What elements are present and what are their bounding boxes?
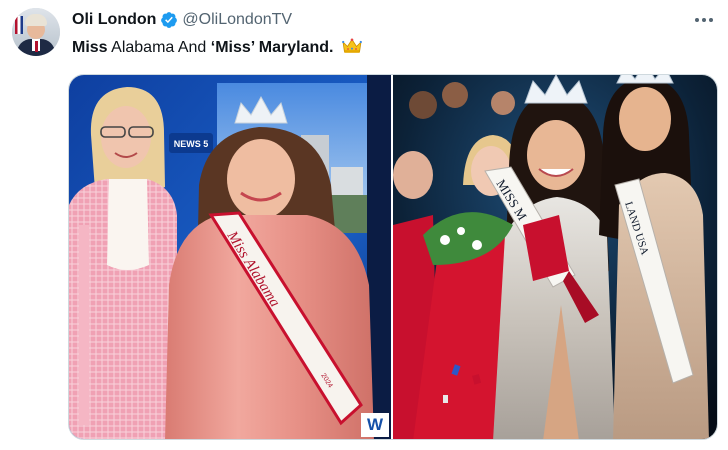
station-logo-text: NEWS 5 <box>174 139 209 149</box>
author-handle[interactable]: @OliLondonTV <box>182 11 292 29</box>
photo-miss-alabama[interactable]: NEWS 5 Miss Alabama 2024 W <box>69 75 391 439</box>
author-avatar[interactable] <box>12 8 60 56</box>
tweet: Oli London @OliLondonTV Miss Alabama And… <box>0 0 728 450</box>
tweet-text: Miss Alabama And ‘Miss’ Maryland. <box>72 38 362 58</box>
author-display-name[interactable]: Oli London <box>72 11 156 29</box>
tweet-header: Oli London @OliLondonTV <box>72 10 292 30</box>
photo-miss-alabama-image: NEWS 5 Miss Alabama 2024 <box>69 75 391 439</box>
verified-badge-icon[interactable] <box>160 11 178 29</box>
photo-miss-maryland-image: MISS M LAND USA <box>393 75 717 439</box>
more-horizontal-icon <box>695 18 699 22</box>
tweet-text-segment: ‘Miss’ Maryland. <box>210 39 334 56</box>
watermark-logo: W <box>361 413 389 437</box>
crown-icon <box>342 38 362 53</box>
tweet-text-segment: Miss <box>72 39 108 56</box>
more-options-button[interactable] <box>692 8 716 32</box>
tweet-text-segment: Alabama And <box>107 39 211 56</box>
photo-miss-maryland[interactable]: MISS M LAND USA <box>393 75 717 439</box>
media-grid: NEWS 5 Miss Alabama 2024 W MISS M LAND U… <box>68 74 718 440</box>
